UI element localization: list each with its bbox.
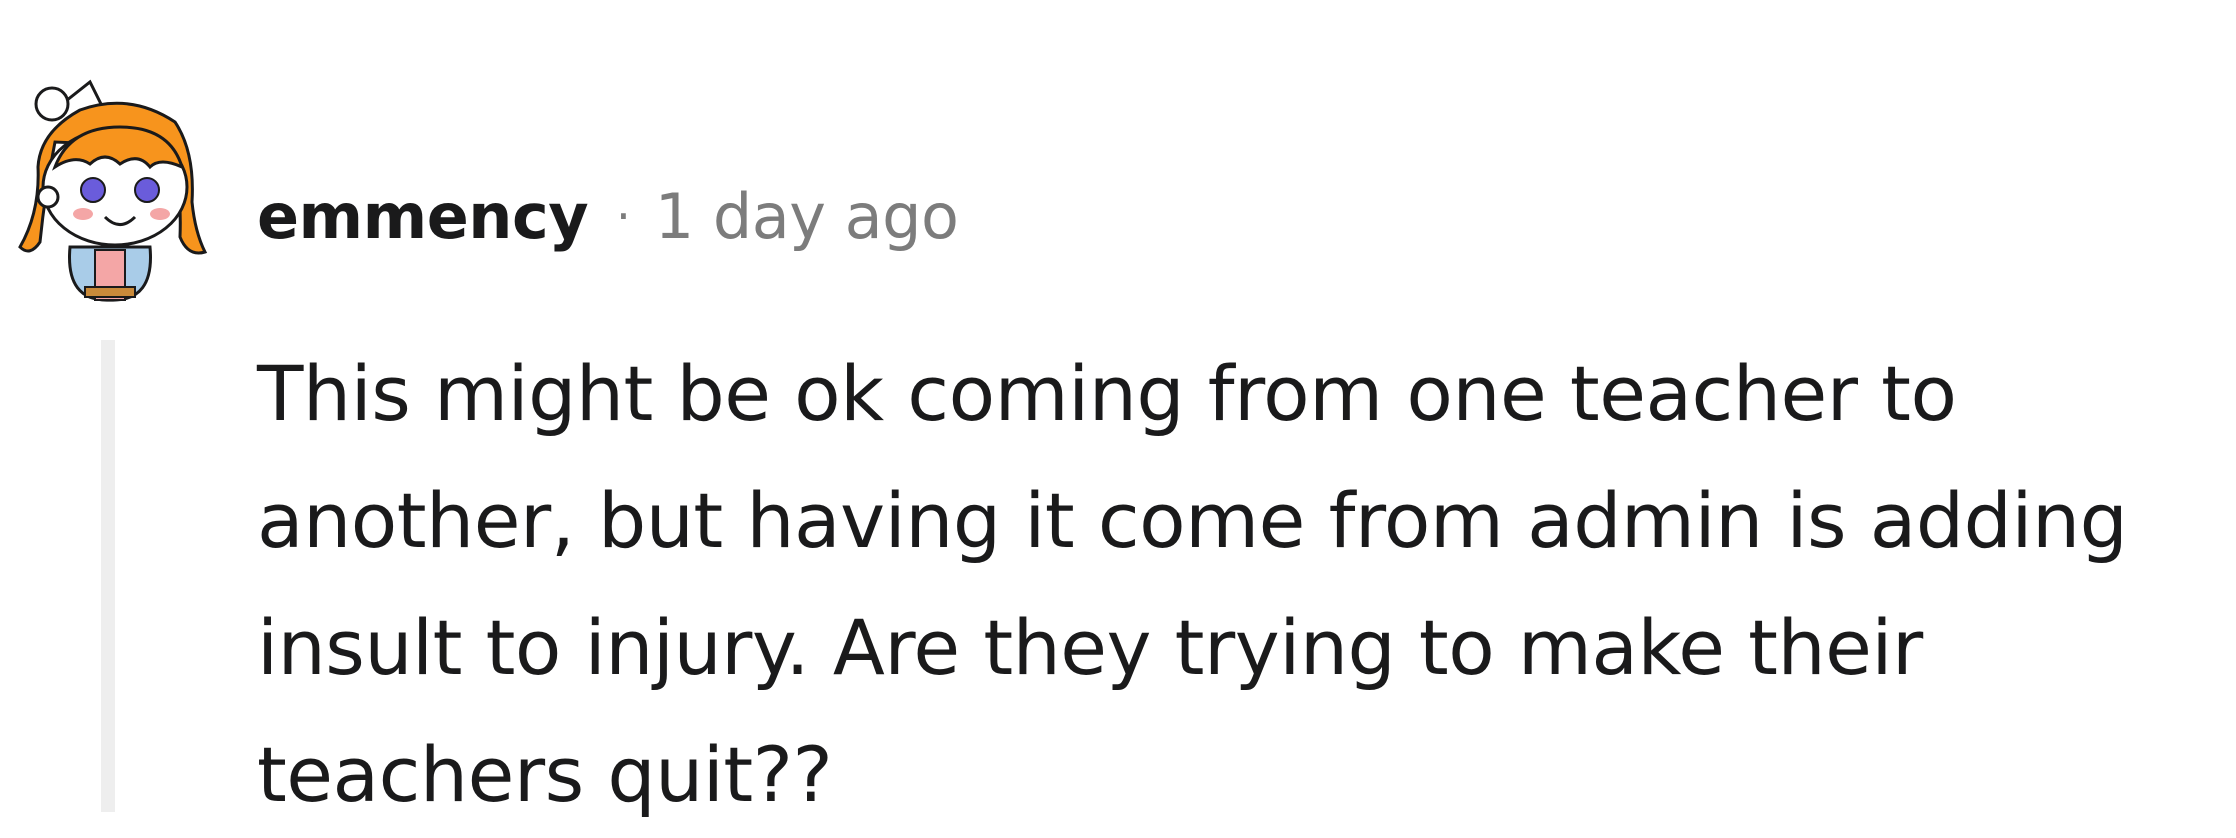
comment-body-line: This might be ok coming from one teacher… (257, 349, 1957, 438)
comment-meta: emmency · 1 day ago (257, 176, 959, 256)
antenna-ball (34, 86, 70, 122)
comment-body: This might be ok coming from one teacher… (257, 330, 2227, 838)
timestamp[interactable]: 1 day ago (655, 180, 959, 253)
snoo-avatar-icon (18, 79, 208, 302)
user-avatar[interactable] (10, 72, 210, 302)
left-eye (80, 177, 106, 203)
right-blush (150, 208, 170, 220)
comment-body-line: insult to injury. Are they trying to mak… (257, 603, 1923, 692)
thread-collapse-line[interactable] (101, 340, 115, 812)
belt (84, 286, 136, 298)
comment: emmency · 1 day ago This might be ok com… (0, 0, 2236, 819)
comment-body-line: another, but having it come from admin i… (257, 476, 2128, 565)
left-blush (73, 208, 93, 220)
username-link[interactable]: emmency (257, 180, 589, 253)
comment-body-line: teachers quit?? (257, 730, 833, 819)
right-eye (134, 177, 160, 203)
ear (36, 185, 60, 209)
meta-separator: · (616, 189, 631, 243)
